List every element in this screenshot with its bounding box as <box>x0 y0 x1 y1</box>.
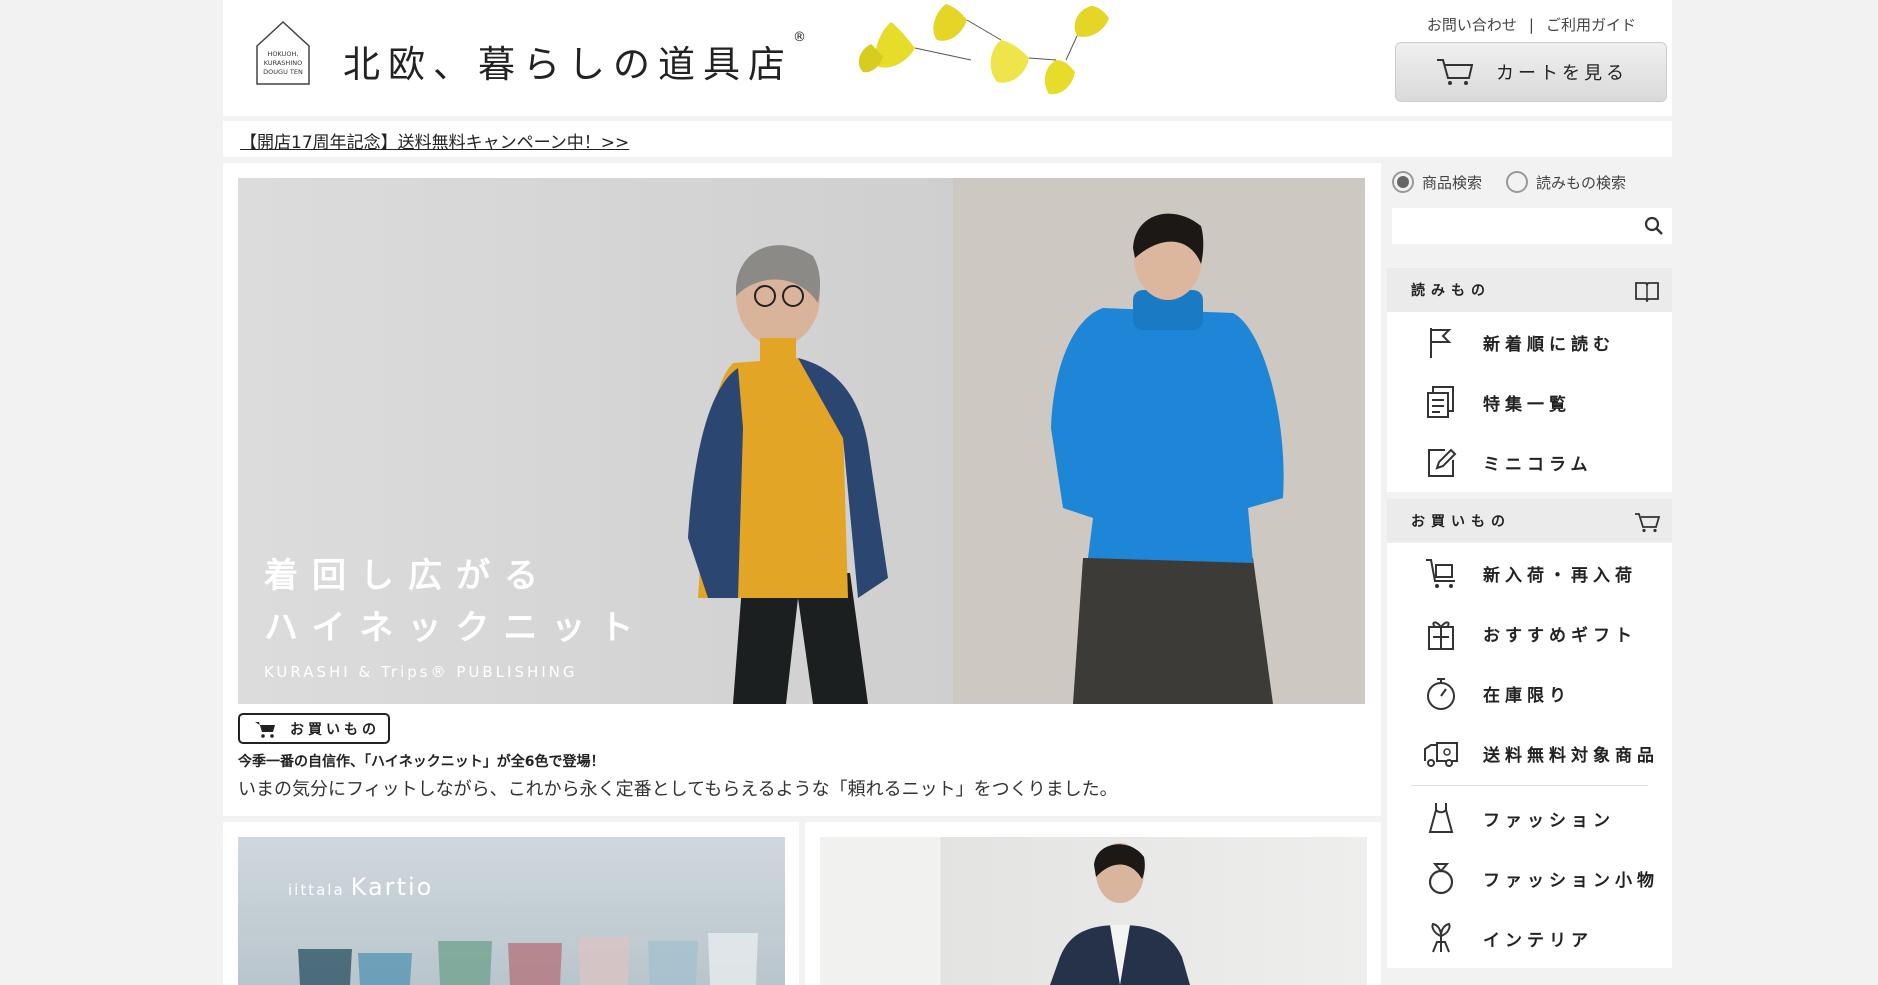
radio-products[interactable] <box>1392 171 1414 193</box>
nav-shopping-title: お買いもの <box>1411 514 1511 530</box>
search-option-articles[interactable]: 読みもの検索 <box>1506 171 1626 193</box>
ring-icon <box>1423 860 1459 896</box>
logo-house-icon[interactable]: HOKUOH, KURASHINO DOUGU TEN <box>253 18 313 86</box>
nav-item-fashion-accessories[interactable]: ファッション小物 <box>1387 848 1672 908</box>
search-option-articles-label: 読みもの検索 <box>1536 173 1627 192</box>
hero-title-line1: 着回し広がる <box>264 556 552 596</box>
svg-text:KURASHINO: KURASHINO <box>264 59 302 67</box>
nav-item-new-arrivals[interactable]: 新入荷・再入荷 <box>1387 543 1672 603</box>
truck-icon <box>1423 735 1459 771</box>
svg-text:HOKUOH,: HOKUOH, <box>268 50 299 58</box>
search-icon[interactable] <box>1644 216 1664 236</box>
nav-item-label: おすすめギフト <box>1483 625 1637 646</box>
plant-icon <box>1423 920 1459 956</box>
nav-item-label: ファッション <box>1483 810 1615 831</box>
nav-item-gifts[interactable]: おすすめギフト <box>1387 603 1672 663</box>
jacket-photo <box>820 837 1367 985</box>
stopwatch-icon <box>1423 675 1459 711</box>
nav-item-new-articles[interactable]: 新着順に読む <box>1387 312 1672 372</box>
cart-icon <box>254 720 276 738</box>
hero-photo-left: 着回し広がる ハイネックニット KURASHI & Trips® PUBLISH… <box>238 178 953 704</box>
site-title-text: 北欧、暮らしの道具店 <box>343 43 793 86</box>
utility-links: お問い合わせ | ご利用ガイド <box>1427 14 1636 35</box>
hero-subtitle: KURASHI & Trips® PUBLISHING <box>264 663 578 681</box>
cart-icon <box>1436 57 1474 87</box>
nav-shopping-heading: お買いもの <box>1387 499 1672 543</box>
search-panel: 商品検索 読みもの検索 <box>1392 170 1672 244</box>
feature-card-kartio[interactable]: iittala Kartio <box>223 822 799 985</box>
ginkgo-leaves-illustration <box>851 0 1121 100</box>
nav-shopping: お買いもの 新入荷・再入荷 おすすめギフト 在庫限り 送料無料対象商品 ファッシ… <box>1387 499 1672 968</box>
nav-item-fashion[interactable]: ファッション <box>1387 788 1672 848</box>
nav-divider <box>1411 785 1648 786</box>
gift-icon <box>1423 615 1459 651</box>
utility-separator: | <box>1528 16 1534 34</box>
dress-icon <box>1423 800 1459 836</box>
search-option-products[interactable]: 商品検索 <box>1392 171 1482 193</box>
nav-item-label: 特集一覧 <box>1483 394 1571 415</box>
new-arrival-icon <box>1423 555 1459 591</box>
contact-link[interactable]: お問い合わせ <box>1427 16 1517 34</box>
feature-description: いまの気分にフィットしながら、これから永く定番としてもらえるような「頼れるニット… <box>238 779 1118 800</box>
radio-articles[interactable] <box>1506 171 1529 193</box>
hero-banner[interactable]: 着回し広がる ハイネックニット KURASHI & Trips® PUBLISH… <box>238 178 1365 704</box>
nav-item-label: 新着順に読む <box>1483 334 1615 355</box>
search-box <box>1392 208 1672 244</box>
search-option-products-label: 商品検索 <box>1422 173 1483 192</box>
feature-lead[interactable]: 今季一番の自信作、「ハイネックニット」が全6色で登場！ <box>238 751 604 771</box>
book-icon <box>1634 280 1660 302</box>
nav-item-label: 新入荷・再入荷 <box>1483 565 1637 586</box>
nav-item-free-shipping[interactable]: 送料無料対象商品 <box>1387 723 1672 783</box>
nav-item-label: 送料無料対象商品 <box>1483 745 1659 766</box>
nav-item-features[interactable]: 特集一覧 <box>1387 372 1672 432</box>
campaign-notice-bar: 【開店17周年記念】送料無料キャンペーン中！>> <box>223 121 1672 157</box>
nav-reading: 読みもの 新着順に読む 特集一覧 ミニコラム <box>1387 268 1672 492</box>
nav-reading-heading: 読みもの <box>1387 268 1672 312</box>
svg-text:DOUGU TEN: DOUGU TEN <box>263 68 303 76</box>
registered-mark: ® <box>793 30 806 45</box>
documents-icon <box>1423 384 1459 420</box>
search-mode-options: 商品検索 読みもの検索 <box>1392 170 1672 194</box>
nav-item-label: インテリア <box>1483 930 1593 951</box>
campaign-link[interactable]: 【開店17周年記念】送料無料キャンペーン中！>> <box>240 128 629 153</box>
nav-item-label: ファッション小物 <box>1483 870 1659 891</box>
edit-icon <box>1423 444 1459 480</box>
view-cart-button[interactable]: カートを見る <box>1395 42 1667 102</box>
flag-icon <box>1423 324 1459 360</box>
site-header: HOKUOH, KURASHINO DOUGU TEN 北欧、暮らしの道具店® … <box>223 0 1672 116</box>
nav-item-limited-stock[interactable]: 在庫限り <box>1387 663 1672 723</box>
nav-item-label: 在庫限り <box>1483 685 1571 706</box>
site-title[interactable]: 北欧、暮らしの道具店® <box>343 30 806 88</box>
kartio-photo: iittala Kartio <box>238 837 785 985</box>
view-cart-label: カートを見る <box>1496 63 1628 84</box>
shopping-badge[interactable]: お買いもの <box>238 713 390 744</box>
cart-icon <box>1634 511 1660 533</box>
guide-link[interactable]: ご利用ガイド <box>1546 16 1636 34</box>
nav-item-mini-column[interactable]: ミニコラム <box>1387 432 1672 492</box>
nav-item-interior[interactable]: インテリア <box>1387 908 1672 968</box>
feature-card-jacket[interactable] <box>805 822 1381 985</box>
hero-title-line2: ハイネックニット <box>264 608 648 648</box>
nav-reading-title: 読みもの <box>1411 283 1491 299</box>
feature-card: 着回し広がる ハイネックニット KURASHI & Trips® PUBLISH… <box>223 163 1381 816</box>
nav-item-label: ミニコラム <box>1483 454 1593 475</box>
search-input[interactable] <box>1392 208 1632 244</box>
hero-photo-right <box>953 178 1365 704</box>
shopping-badge-label: お買いもの <box>290 721 380 738</box>
hero-title: 着回し広がる ハイネックニット <box>264 550 647 654</box>
